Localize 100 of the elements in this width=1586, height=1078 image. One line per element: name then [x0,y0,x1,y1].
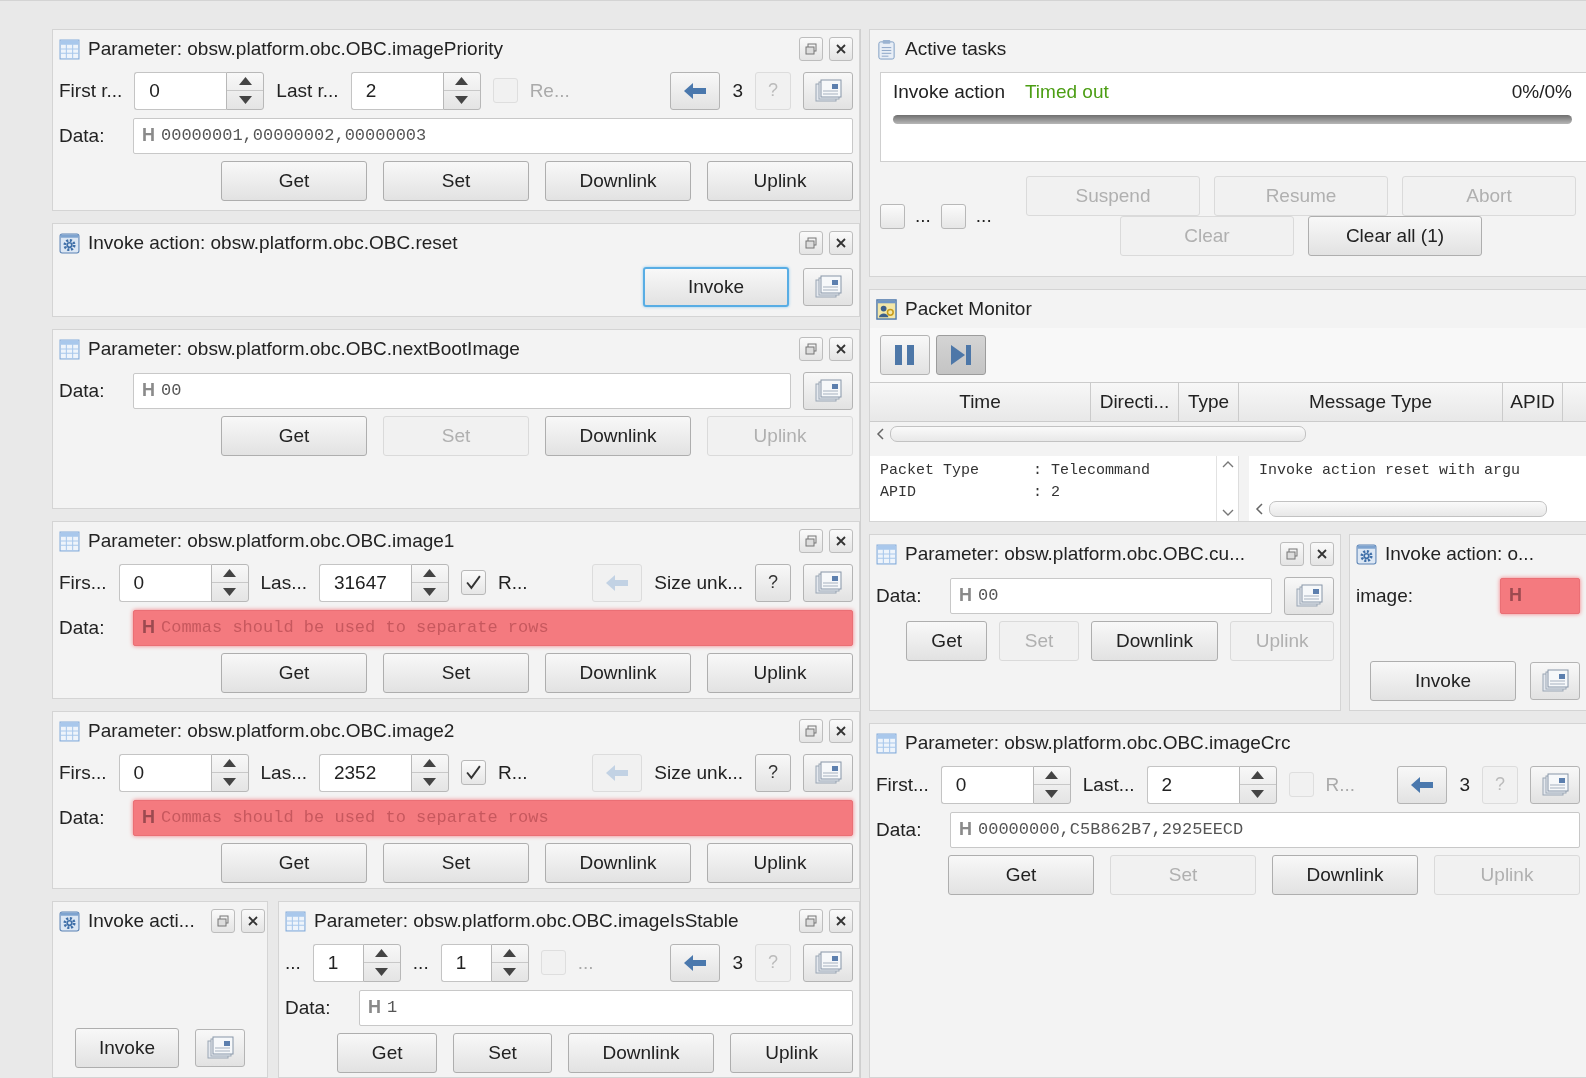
number-field[interactable]: 1 [440,943,491,982]
action-button[interactable]: Get [337,1033,438,1073]
action-button[interactable]: Get [221,843,367,883]
restore-button[interactable] [799,231,823,255]
restore-button[interactable] [210,909,235,933]
format-label: H [959,585,972,606]
data-field[interactable]: H 00000001,00000002,00000003 [133,117,853,154]
checkbox-label: ... [975,205,992,227]
checkbox[interactable] [461,570,486,595]
data-field[interactable]: H 00 [950,577,1272,614]
invoke-button[interactable]: Invoke [1370,661,1516,701]
number-field[interactable]: 2 [1146,765,1239,804]
number-field[interactable]: 0 [118,753,211,792]
checkbox[interactable] [461,760,486,785]
action-button[interactable]: Get [221,161,367,201]
action-button[interactable]: Uplink [707,161,853,201]
cards-icon [206,1036,234,1060]
size-label: 3 [732,79,743,102]
number-field[interactable]: 1 [312,943,363,982]
restore-button[interactable] [799,337,823,361]
close-button[interactable] [240,909,265,933]
field-label: Data: [285,996,332,1019]
action-button[interactable]: Downlink [545,416,691,456]
panel-title: Parameter: obsw.platform.obc.OBC.imageCrc [905,732,1291,754]
number-field[interactable]: 2352 [319,753,411,792]
back-button[interactable] [1397,765,1448,804]
restore-icon [216,915,229,927]
back-button[interactable] [670,71,721,110]
help-button[interactable]: ? [755,563,791,602]
cards-icon [814,275,842,299]
action-button[interactable]: Set [383,843,529,883]
action-button[interactable]: Downlink [1272,855,1418,895]
action-button[interactable]: Set [453,1033,552,1073]
scrollbar-thumb[interactable] [890,426,1306,442]
close-button[interactable] [829,231,853,255]
restore-button[interactable] [799,719,823,743]
column-header[interactable]: Message Type [1239,383,1503,421]
restore-icon [805,725,817,737]
back-button[interactable] [670,943,721,982]
action-button[interactable]: Downlink [545,843,691,883]
action-button[interactable]: Clear all (1) [1308,216,1482,256]
restore-icon [805,915,817,927]
action-button[interactable]: Uplink [707,653,853,693]
restore-button[interactable] [799,37,823,61]
close-button[interactable] [829,719,853,743]
table-icon [59,530,80,552]
number-field[interactable]: 0 [134,71,227,110]
number-field[interactable]: 31647 [319,563,411,602]
close-button[interactable] [1310,542,1334,566]
action-button[interactable]: Get [948,855,1094,895]
column-header[interactable]: Directi... [1091,383,1179,421]
field-label: image: [1356,584,1415,607]
number-field[interactable]: 2 [350,71,443,110]
action-button[interactable]: Uplink [730,1033,853,1073]
close-button[interactable] [829,529,853,553]
action-button[interactable]: Downlink [1090,621,1219,661]
size-label: 3 [732,951,743,974]
invoke-button[interactable]: Invoke [643,267,789,307]
close-button[interactable] [829,337,853,361]
action-button[interactable]: Downlink [545,161,691,201]
number-field[interactable]: 0 [118,563,211,602]
restore-button[interactable] [799,909,823,933]
checkbox[interactable] [880,203,905,229]
action-button[interactable]: Set [383,161,529,201]
checkbox-label: ... [577,951,594,974]
task-status: Timed out [1024,81,1109,103]
action-button[interactable]: Get [221,653,367,693]
caret-up-icon [423,569,437,578]
action-button[interactable]: Downlink [545,653,691,693]
restore-button[interactable] [1280,542,1304,566]
action-button[interactable]: Downlink [567,1033,715,1073]
restore-button[interactable] [799,529,823,553]
column-header[interactable]: Time [870,383,1091,421]
scrollbar-thumb[interactable] [1269,501,1547,517]
close-button[interactable] [829,909,853,933]
checkbox[interactable] [940,203,966,229]
action-button[interactable]: Get [906,621,988,661]
restore-icon [805,535,817,547]
cards-icon [1541,669,1569,693]
close-icon [246,915,259,927]
invoke-button[interactable]: Invoke [75,1028,179,1068]
panel-title: Parameter: obsw.platform.obc.OBC.imagePriority [88,38,503,60]
help-button[interactable]: ? [755,753,791,792]
close-icon [835,915,847,927]
close-icon [835,343,847,355]
data-field[interactable]: H 1 [359,989,853,1026]
checkbox-label: Re... [529,79,570,102]
action-button[interactable]: Set [383,653,529,693]
size-label: Size unk... [654,761,743,784]
toolbar-button[interactable] [880,335,930,375]
panel-title: Parameter: obsw.platform.obc.OBC.imageIsStable [314,910,739,932]
column-header[interactable]: Type [1179,383,1239,421]
data-field[interactable]: H 00000000,C5B862B7,2925EECD [950,811,1580,848]
action-button[interactable]: Get [221,416,367,456]
data-field[interactable]: H 00 [133,372,791,409]
toolbar-button[interactable] [936,335,986,375]
number-field[interactable]: 0 [940,765,1033,804]
action-button[interactable]: Uplink [707,843,853,883]
column-header[interactable]: APID [1503,383,1563,421]
close-button[interactable] [829,37,853,61]
